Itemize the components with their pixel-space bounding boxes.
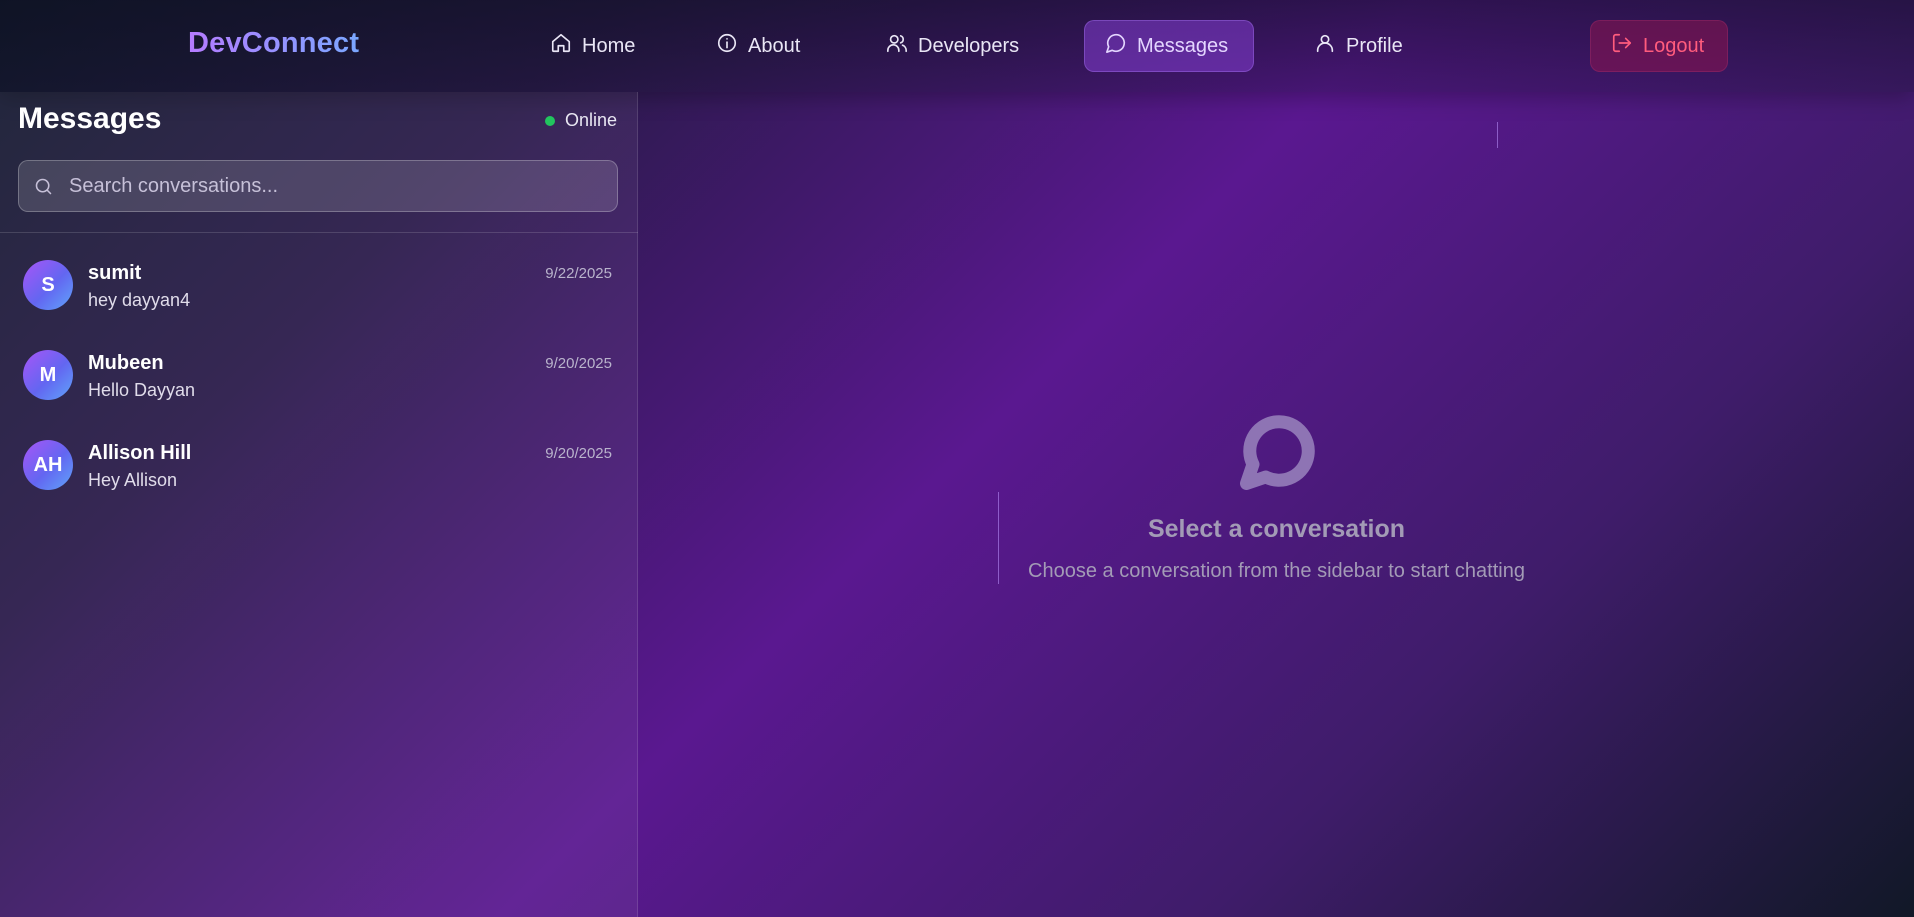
status-label: Online: [564, 110, 617, 130]
online-status: Online: [544, 110, 617, 131]
message-circle-icon: [1105, 32, 1127, 60]
user-icon: [1314, 32, 1336, 60]
top-navigation: DevConnect Home About Developers Message…: [0, 0, 1914, 92]
nav-about-label: About: [748, 34, 801, 57]
info-icon: [716, 32, 738, 60]
logout-icon: [1611, 32, 1633, 60]
conversation-preview: Hey Allison: [88, 470, 178, 490]
conversation-name: sumit: [88, 262, 142, 284]
decorative-line: [1497, 122, 1498, 148]
nav-profile[interactable]: Profile: [1294, 20, 1423, 72]
conversation-preview: Hello Dayyan: [88, 380, 196, 400]
conversation-preview: hey dayyan4: [88, 290, 191, 310]
search-box[interactable]: [18, 160, 618, 212]
status-dot: [544, 115, 555, 126]
nav-developers-label: Developers: [918, 34, 1020, 57]
empty-state-subtitle: Choose a conversation from the sidebar t…: [1028, 560, 1525, 582]
brand-logo[interactable]: DevConnect: [188, 27, 359, 60]
logout-label: Logout: [1643, 34, 1705, 57]
home-icon: [550, 32, 572, 60]
message-circle-icon: [1240, 412, 1318, 490]
avatar: AH: [23, 440, 73, 490]
decorative-line: [998, 492, 999, 584]
avatar: S: [23, 260, 73, 310]
conversation-date: 9/20/2025: [545, 355, 612, 372]
users-icon: [886, 32, 908, 60]
conversation-sidebar: Messages Online S sumit 9/22/2025 hey da…: [0, 92, 638, 917]
conversation-name: Allison Hill: [88, 442, 192, 464]
nav-about[interactable]: About: [696, 20, 820, 72]
nav-home-label: Home: [582, 34, 636, 57]
nav-home[interactable]: Home: [530, 20, 655, 72]
nav-messages[interactable]: Messages: [1084, 20, 1254, 72]
chat-panel: Select a conversation Choose a conversat…: [639, 92, 1914, 917]
conversation-date: 9/20/2025: [545, 445, 612, 462]
conversation-item[interactable]: AH Allison Hill 9/20/2025 Hey Allison: [0, 422, 638, 512]
search-input[interactable]: [69, 161, 609, 211]
logout-button[interactable]: Logout: [1590, 20, 1728, 72]
conversation-date: 9/22/2025: [545, 265, 612, 282]
conversation-name: Mubeen: [88, 352, 164, 374]
nav-profile-label: Profile: [1346, 34, 1403, 57]
nav-developers[interactable]: Developers: [866, 20, 1039, 72]
sidebar-divider: [0, 232, 638, 233]
sidebar-title: Messages: [18, 102, 162, 135]
nav-messages-label: Messages: [1137, 34, 1229, 57]
avatar: M: [23, 350, 73, 400]
conversation-item[interactable]: S sumit 9/22/2025 hey dayyan4: [0, 242, 638, 332]
empty-state-title: Select a conversation: [1147, 515, 1406, 543]
conversation-item[interactable]: M Mubeen 9/20/2025 Hello Dayyan: [0, 332, 638, 422]
